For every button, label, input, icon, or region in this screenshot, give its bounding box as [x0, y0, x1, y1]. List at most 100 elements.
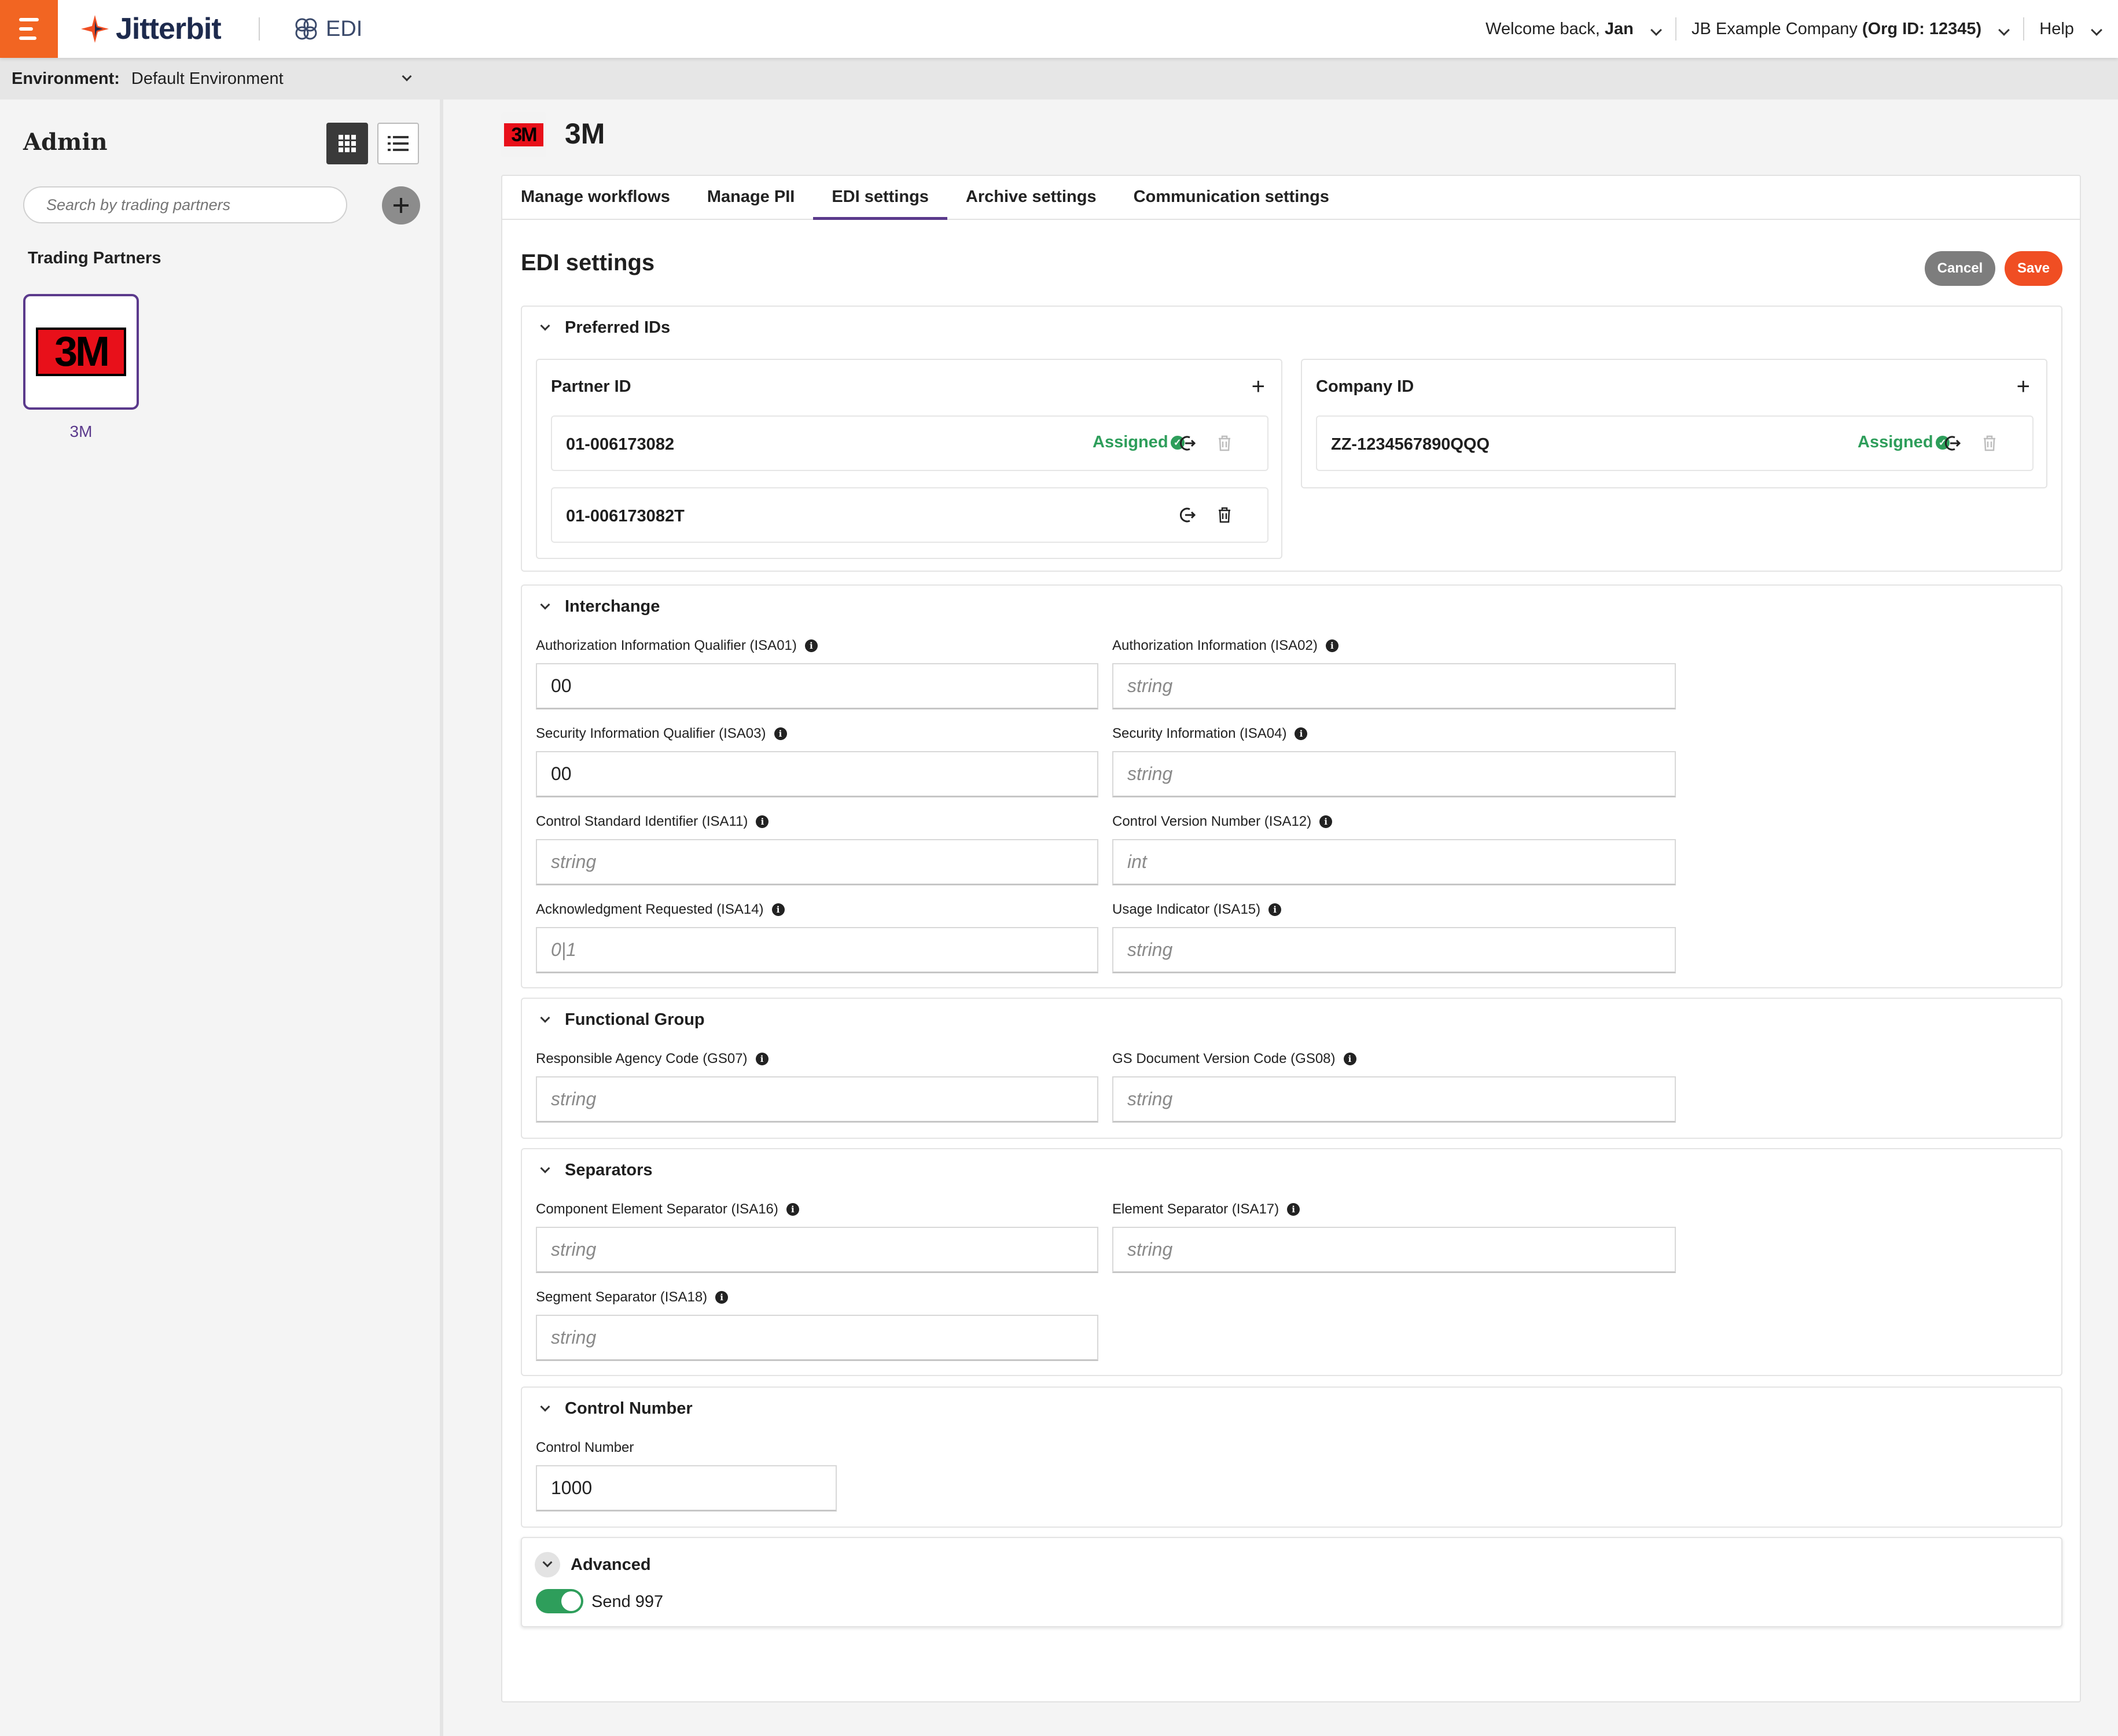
- product-name: EDI: [326, 16, 363, 41]
- company-id-value: ZZ-1234567890QQQ: [1331, 435, 1490, 454]
- edi-icon: [295, 18, 317, 40]
- isa18-input[interactable]: [536, 1315, 1098, 1361]
- info-icon[interactable]: i: [1268, 903, 1282, 916]
- help-menu[interactable]: Help: [2039, 19, 2102, 39]
- edi-app-switcher[interactable]: EDI: [292, 12, 362, 46]
- info-icon[interactable]: i: [1287, 1203, 1300, 1216]
- tab-manage-workflows[interactable]: Manage workflows: [502, 176, 689, 219]
- info-icon[interactable]: i: [1319, 815, 1333, 828]
- interchange-toggle[interactable]: Interchange: [540, 597, 660, 616]
- sidebar-title: Admin: [23, 128, 108, 156]
- info-icon[interactable]: i: [1295, 727, 1308, 740]
- header-logo-text: 3M: [511, 123, 537, 146]
- isa14-input[interactable]: [536, 927, 1098, 973]
- cancel-button[interactable]: Cancel: [1925, 251, 1995, 286]
- user-menu[interactable]: Welcome back, Jan: [1485, 20, 1662, 39]
- info-icon[interactable]: i: [771, 903, 785, 916]
- save-button[interactable]: Save: [2005, 251, 2062, 286]
- advanced-section: Advanced Send 997: [521, 1537, 2062, 1627]
- advanced-toggle[interactable]: Advanced: [535, 1552, 651, 1577]
- partner-name[interactable]: 3M: [23, 422, 139, 441]
- label-text: Authorization Information (ISA02): [1112, 638, 1318, 653]
- interchange-title: Interchange: [565, 597, 660, 616]
- field-label-control-number: Control Number: [536, 1440, 634, 1456]
- field-label-isa11: Control Standard Identifier (ISA11) i: [536, 814, 769, 830]
- company-id-panel: Company ID + ZZ-1234567890QQQ Assigned ✓: [1301, 359, 2047, 488]
- isa17-input[interactable]: [1112, 1227, 1676, 1273]
- isa02-input[interactable]: [1112, 663, 1676, 709]
- assign-button[interactable]: [1176, 503, 1199, 527]
- assign-button[interactable]: [1941, 432, 1964, 455]
- partner-id-panel: Partner ID + 01-006173082 Assigned ✓ 01-…: [536, 359, 1282, 559]
- org-id: (Org ID: 12345): [1862, 19, 1982, 38]
- menu-icon[interactable]: [0, 0, 58, 58]
- list-view-button[interactable]: [377, 123, 419, 164]
- tab-communication-settings[interactable]: Communication settings: [1115, 176, 1348, 219]
- info-icon[interactable]: i: [756, 815, 769, 828]
- partner-id-value: 01-006173082: [566, 435, 675, 454]
- partner-card-3m[interactable]: 3M: [23, 294, 139, 410]
- grid-view-button[interactable]: [326, 123, 368, 164]
- chevron-down-icon[interactable]: [402, 71, 412, 82]
- grid-icon: [339, 135, 356, 152]
- info-icon[interactable]: i: [715, 1291, 729, 1304]
- help-label: Help: [2039, 19, 2074, 38]
- send-997-toggle[interactable]: [536, 1589, 583, 1613]
- header-partner-logo: 3M: [501, 112, 546, 157]
- delete-button-disabled[interactable]: [1213, 432, 1236, 455]
- tab-manage-pii[interactable]: Manage PII: [689, 176, 814, 219]
- label-text: Security Information (ISA04): [1112, 726, 1287, 741]
- delete-button[interactable]: [1213, 503, 1236, 527]
- control-number-toggle[interactable]: Control Number: [540, 1399, 693, 1418]
- separators-toggle[interactable]: Separators: [540, 1161, 653, 1180]
- label-text: Security Information Qualifier (ISA03): [536, 726, 766, 741]
- info-icon[interactable]: i: [755, 1053, 768, 1065]
- expand-button[interactable]: [535, 1552, 560, 1577]
- info-icon[interactable]: i: [1343, 1053, 1356, 1065]
- chevron-down-icon: [2091, 24, 2102, 36]
- search-input[interactable]: [46, 196, 346, 214]
- isa03-input[interactable]: [536, 751, 1098, 797]
- assign-button[interactable]: [1176, 432, 1199, 455]
- preferred-ids-section: Preferred IDs Partner ID + 01-006173082 …: [521, 306, 2062, 572]
- isa11-input[interactable]: [536, 839, 1098, 885]
- label-text: Responsible Agency Code (GS07): [536, 1051, 748, 1066]
- tab-edi-settings[interactable]: EDI settings: [813, 176, 947, 220]
- chevron-down-icon: [540, 1402, 550, 1411]
- org-menu[interactable]: JB Example Company (Org ID: 12345): [1692, 19, 2010, 39]
- isa04-input[interactable]: [1112, 751, 1676, 797]
- isa16-input[interactable]: [536, 1227, 1098, 1273]
- gs07-input[interactable]: [536, 1076, 1098, 1123]
- add-partner-id-button[interactable]: +: [1252, 374, 1265, 400]
- tab-archive-settings[interactable]: Archive settings: [947, 176, 1115, 219]
- list-icon: [388, 136, 409, 151]
- jitterbit-logo[interactable]: Jitterbit: [79, 8, 222, 50]
- tab-bar: Manage workflows Manage PII EDI settings…: [502, 176, 2080, 220]
- isa15-input[interactable]: [1112, 927, 1676, 973]
- add-company-id-button[interactable]: +: [2017, 374, 2030, 400]
- gs08-input[interactable]: [1112, 1076, 1676, 1123]
- functional-group-toggle[interactable]: Functional Group: [540, 1010, 705, 1029]
- control-number-input[interactable]: [536, 1465, 837, 1511]
- delete-button-disabled[interactable]: [1978, 432, 2001, 455]
- label-text: Control Version Number (ISA12): [1112, 814, 1312, 829]
- chevron-down-icon: [540, 1013, 550, 1023]
- preferred-ids-toggle[interactable]: Preferred IDs: [540, 318, 670, 337]
- field-label-isa17: Element Separator (ISA17) i: [1112, 1201, 1300, 1218]
- info-icon[interactable]: i: [804, 639, 818, 652]
- info-icon[interactable]: i: [1325, 639, 1339, 652]
- sidebar: Admin Trading Partners: [0, 100, 443, 1736]
- info-icon[interactable]: i: [786, 1203, 799, 1216]
- isa12-input[interactable]: [1112, 839, 1676, 885]
- isa01-input[interactable]: [536, 663, 1098, 709]
- assign-arrow-icon: [1179, 436, 1196, 451]
- chevron-down-icon: [540, 1163, 550, 1173]
- field-label-isa14: Acknowledgment Requested (ISA14) i: [536, 902, 785, 918]
- info-icon[interactable]: i: [774, 727, 787, 740]
- assigned-label: Assigned: [1858, 433, 1933, 451]
- trash-icon: [1219, 507, 1230, 523]
- search-field[interactable]: [23, 186, 347, 223]
- environment-select[interactable]: Default Environment: [131, 69, 403, 89]
- add-partner-button[interactable]: [382, 186, 420, 225]
- company-id-title: Company ID: [1316, 377, 1414, 396]
